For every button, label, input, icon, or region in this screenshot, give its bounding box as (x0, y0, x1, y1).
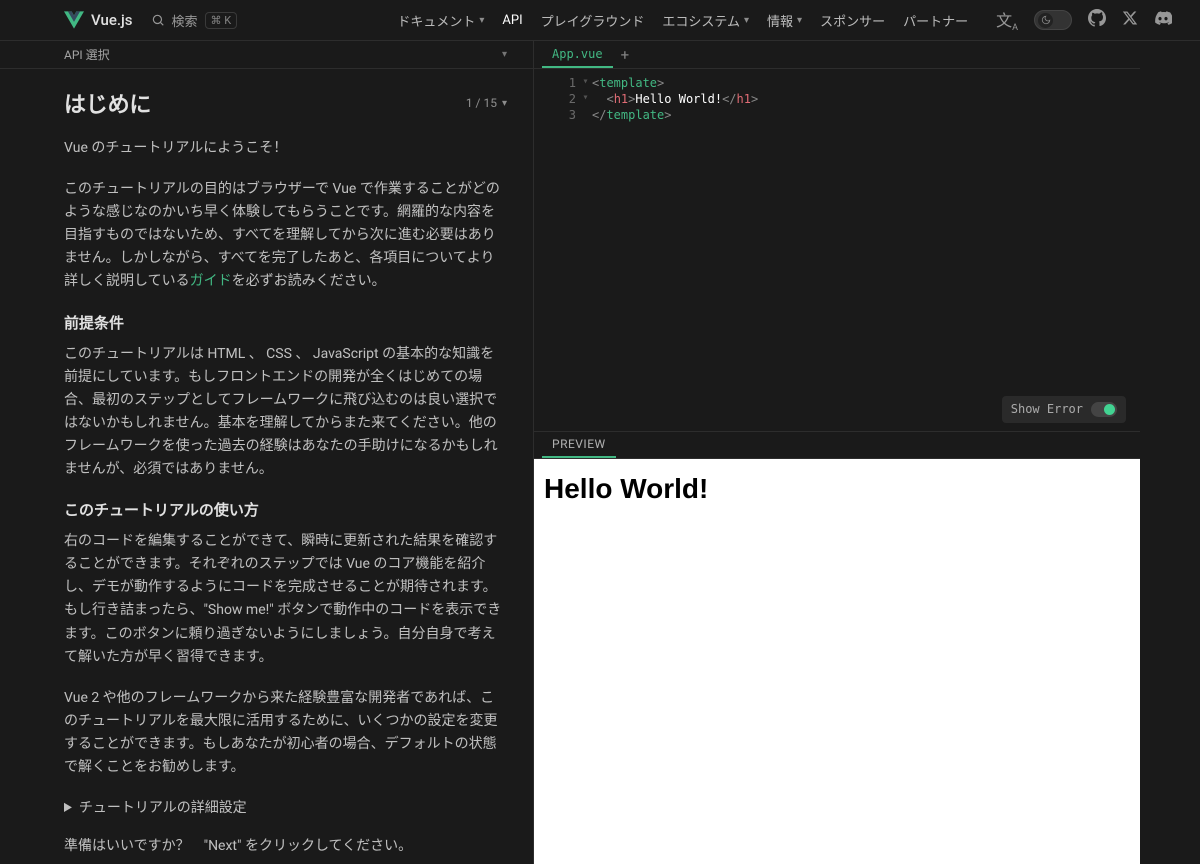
error-toggle-switch[interactable] (1091, 402, 1117, 417)
chevron-down-icon: ▾ (479, 15, 484, 26)
chevron-down-icon: ▾ (502, 98, 507, 109)
logo[interactable]: Vue.js (64, 11, 133, 29)
ready-text: 準備はいいですか？ "Next" をクリックしてください。 (64, 835, 507, 858)
nav-right: ドキュメント▾ API プレイグラウンド エコシステム▾ 情報▾ スポンサー パ… (397, 7, 1172, 33)
left-panel: API 選択 ▾ はじめに 1 / 15 ▾ Vue のチュートリアルにようこそ… (0, 41, 534, 864)
chevron-down-icon: ▾ (797, 15, 802, 26)
guide-link[interactable]: ガイド (190, 273, 232, 289)
nav-playground[interactable]: プレイグラウンド (541, 11, 645, 30)
search-kbd: ⌘ K (205, 12, 238, 29)
search-icon (151, 13, 165, 27)
nav-ecosystem[interactable]: エコシステム▾ (662, 11, 749, 30)
nav-sponsor[interactable]: スポンサー (820, 11, 885, 30)
preview-output: Hello World! (544, 473, 1130, 505)
preview-frame: Hello World! (534, 459, 1140, 864)
search-button[interactable]: 検索 ⌘ K (151, 11, 238, 30)
nav-about[interactable]: 情報▾ (767, 11, 802, 30)
discord-icon[interactable] (1154, 9, 1172, 31)
file-tabs: App.vue + (534, 41, 1140, 69)
instructions: はじめに 1 / 15 ▾ Vue のチュートリアルにようこそ！ このチュートリ… (0, 69, 533, 864)
prerequisites-heading: 前提条件 (64, 312, 507, 333)
show-error-toggle[interactable]: Show Error (1002, 396, 1126, 422)
twitter-icon[interactable] (1122, 10, 1138, 30)
step-title: はじめに (64, 87, 151, 119)
chevron-down-icon: ▾ (744, 15, 749, 26)
right-panel: App.vue + 1▾<template> 2▾ <h1>Hello Worl… (534, 41, 1140, 864)
add-file-button[interactable]: + (613, 41, 638, 68)
nav-api[interactable]: API (502, 13, 522, 28)
welcome-text: Vue のチュートリアルにようこそ！ (64, 137, 507, 160)
howto-text-1: 右のコードを編集することができて、瞬時に更新された結果を確認することができます。… (64, 530, 507, 669)
appearance-toggle[interactable] (1034, 10, 1072, 30)
step-indicator[interactable]: 1 / 15 ▾ (466, 96, 507, 110)
preview-header: PREVIEW (534, 431, 1140, 459)
tutorial-settings-details[interactable]: チュートリアルの詳細設定 (64, 797, 507, 817)
chevron-down-icon: ▾ (502, 49, 507, 60)
logo-text: Vue.js (91, 11, 133, 29)
intro-text: このチュートリアルの目的はブラウザーで Vue で作業することがどのような感じな… (64, 178, 507, 293)
details-summary[interactable]: チュートリアルの詳細設定 (64, 797, 507, 817)
navbar: Vue.js 検索 ⌘ K ドキュメント▾ API プレイグラウンド エコシステ… (0, 0, 1200, 41)
translate-icon[interactable]: 文A (996, 7, 1018, 33)
file-tab-app[interactable]: App.vue (542, 41, 613, 68)
howto-heading: このチュートリアルの使い方 (64, 499, 507, 520)
vue-logo-icon (64, 11, 84, 29)
steps-head: はじめに 1 / 15 ▾ (64, 87, 507, 119)
api-preference-selector[interactable]: API 選択 ▾ (0, 41, 533, 69)
preview-tab[interactable]: PREVIEW (542, 432, 616, 458)
api-selector-label: API 選択 (64, 46, 110, 63)
nav-partners[interactable]: パートナー (903, 11, 968, 30)
prerequisites-text: このチュートリアルは HTML 、 CSS 、 JavaScript の基本的な… (64, 343, 507, 482)
search-label: 検索 (172, 11, 198, 30)
moon-icon (1038, 13, 1053, 28)
code-editor[interactable]: 1▾<template> 2▾ <h1>Hello World!</h1> 3 … (534, 69, 1140, 431)
github-icon[interactable] (1088, 9, 1106, 31)
nav-docs[interactable]: ドキュメント▾ (397, 11, 484, 30)
howto-text-2: Vue 2 や他のフレームワークから来た経験豊富な開発者であれば、このチュートリ… (64, 687, 507, 779)
